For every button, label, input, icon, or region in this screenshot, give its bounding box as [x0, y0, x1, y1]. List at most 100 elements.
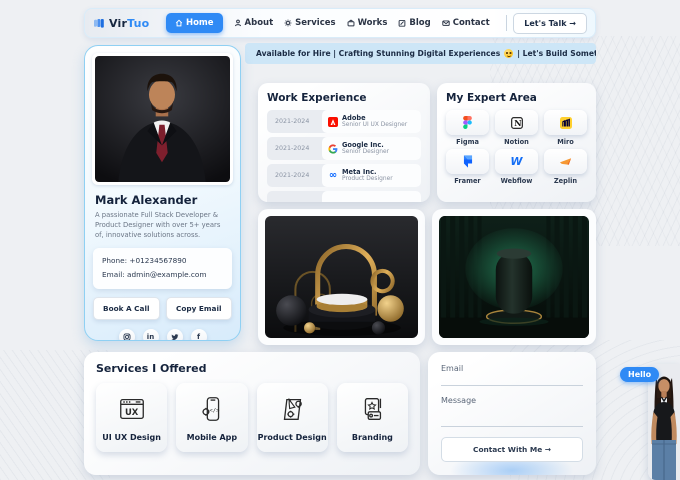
heart-eyes-emoji-icon — [504, 49, 513, 58]
nav-item-services[interactable]: Services — [284, 18, 335, 28]
work-chip: Google Inc. Senior Designer — [322, 137, 421, 160]
profile-photo — [92, 53, 233, 185]
nav-item-contact[interactable]: Contact — [442, 18, 490, 28]
work-period: 2021-2024 — [267, 118, 322, 125]
miro-icon[interactable] — [544, 110, 587, 135]
home-icon — [175, 19, 183, 27]
nav-menu: Home About Services Works Blog Contact — [155, 13, 500, 33]
mobile-app-icon: </> — [197, 394, 227, 424]
webflow-icon[interactable]: W — [495, 149, 538, 174]
work-row-adobe[interactable]: 2021-2024 Adobe Senior UI UX Designer — [267, 110, 421, 133]
svg-text:UX: UX — [125, 407, 139, 417]
work-text: Adobe Senior UI UX Designer — [342, 114, 407, 130]
navbar: VirTuo Home About Services Works Blog Co… — [84, 8, 596, 38]
marquee-text: Available for Hire | Crafting Stunning D… — [256, 49, 500, 58]
instagram-icon[interactable] — [119, 329, 135, 341]
logo-icon — [93, 17, 105, 29]
briefcase-icon — [347, 19, 355, 27]
work-chip: Adobe Senior UI UX Designer — [322, 110, 421, 133]
copy-email-button[interactable]: Copy Email — [166, 297, 233, 320]
adobe-icon — [328, 117, 338, 127]
twitter-icon[interactable] — [167, 329, 183, 341]
nav-item-blog[interactable]: Blog — [398, 18, 430, 28]
uiux-design-icon: UX — [117, 394, 147, 424]
profile-name: Mark Alexander — [95, 193, 230, 207]
service-branding[interactable]: Branding — [337, 383, 408, 452]
tool-framer: Framer — [446, 149, 489, 185]
services-title: Services I Offered — [96, 362, 408, 375]
message-field-label: Message — [441, 396, 583, 405]
mail-icon — [442, 19, 450, 27]
zeplin-icon[interactable] — [544, 149, 587, 174]
google-icon — [328, 144, 338, 154]
blog-icon — [398, 19, 406, 27]
branding-icon — [357, 394, 387, 424]
contact-submit-button[interactable]: Contact With Me → — [441, 437, 583, 462]
work-period: 2021-2024 — [267, 145, 322, 152]
podium-artwork-image — [265, 216, 418, 338]
contact-form-card: Email Message Contact With Me → — [428, 352, 596, 475]
work-row-partial — [267, 191, 421, 202]
work-experience-title: Work Experience — [267, 92, 421, 104]
work-chip: ∞ Meta Inc. Product Designer — [322, 164, 421, 187]
phone-value: Phone: +01234567890 — [102, 254, 223, 269]
tool-webflow: W Webflow — [495, 149, 538, 185]
logo-text: VirTuo — [109, 17, 149, 30]
product-design-icon — [277, 394, 307, 424]
nav-item-about[interactable]: About — [234, 18, 274, 28]
work-row-google[interactable]: 2021-2024 Google Inc. Senior Designer — [267, 137, 421, 160]
svg-text:N: N — [514, 118, 521, 128]
linkedin-icon[interactable]: in — [143, 329, 159, 341]
framer-icon[interactable] — [446, 149, 489, 174]
nav-label: About — [245, 18, 274, 28]
facebook-glyph: f — [197, 333, 200, 341]
meta-icon: ∞ — [328, 171, 338, 181]
nav-label: Home — [186, 18, 214, 28]
tool-miro: Miro — [544, 110, 587, 146]
profile-actions: Book A Call Copy Email — [93, 297, 232, 320]
services-card: Services I Offered UX UI UX Design </> M… — [84, 352, 420, 475]
service-product-design[interactable]: Product Design — [257, 383, 328, 452]
work-text: Google Inc. Senior Designer — [342, 141, 389, 157]
work-experience-card: Work Experience 2021-2024 Adobe Senior U… — [258, 83, 430, 202]
nav-label: Services — [295, 18, 335, 28]
figma-icon[interactable] — [446, 110, 489, 135]
nav-divider — [506, 15, 507, 31]
message-input[interactable] — [441, 405, 583, 427]
linkedin-glyph: in — [147, 333, 154, 341]
expert-area-card: My Expert Area Figma N Notion Miro Frame… — [437, 83, 596, 202]
facebook-icon[interactable]: f — [191, 329, 207, 341]
portfolio-item-podium[interactable] — [258, 209, 425, 345]
profile-card: Mark Alexander A passionate Full Stack D… — [84, 45, 241, 341]
work-row-meta[interactable]: 2021-2024 ∞ Meta Inc. Product Designer — [267, 164, 421, 187]
chat-bubble[interactable]: Hello — [620, 367, 659, 382]
contact-info-box: Phone: +01234567890 Email: admin@example… — [93, 248, 232, 289]
expert-tools-grid: Figma N Notion Miro Framer W Webflow — [446, 110, 587, 185]
profile-photo-image — [95, 56, 230, 182]
email-input[interactable] — [441, 373, 583, 386]
tool-figma: Figma — [446, 110, 489, 146]
profile-bio: A passionate Full Stack Developer & Prod… — [95, 210, 230, 241]
logo[interactable]: VirTuo — [93, 17, 149, 30]
notion-icon[interactable]: N — [495, 110, 538, 135]
nav-label: Blog — [409, 18, 430, 28]
expert-area-title: My Expert Area — [446, 92, 587, 104]
social-links: in f — [85, 329, 240, 341]
portfolio-item-speaker[interactable] — [432, 209, 596, 345]
user-icon — [234, 19, 242, 27]
work-text: Meta Inc. Product Designer — [342, 168, 393, 184]
gear-icon — [284, 19, 292, 27]
lets-talk-button[interactable]: Let's Talk → — [513, 13, 587, 34]
book-call-button[interactable]: Book A Call — [93, 297, 160, 320]
availability-marquee: Available for Hire | Crafting Stunning D… — [245, 43, 596, 64]
nav-label: Contact — [453, 18, 490, 28]
service-mobile-app[interactable]: </> Mobile App — [176, 383, 247, 452]
marquee-text: | Let's Build Something Ama — [517, 49, 596, 58]
svg-text:</>: </> — [209, 408, 220, 414]
work-experience-list: 2021-2024 Adobe Senior UI UX Designer 20… — [267, 110, 421, 202]
email-value: Email: admin@example.com — [102, 268, 223, 283]
nav-item-home[interactable]: Home — [166, 13, 223, 33]
service-uiux[interactable]: UX UI UX Design — [96, 383, 167, 452]
nav-label: Works — [358, 18, 388, 28]
nav-item-works[interactable]: Works — [347, 18, 388, 28]
